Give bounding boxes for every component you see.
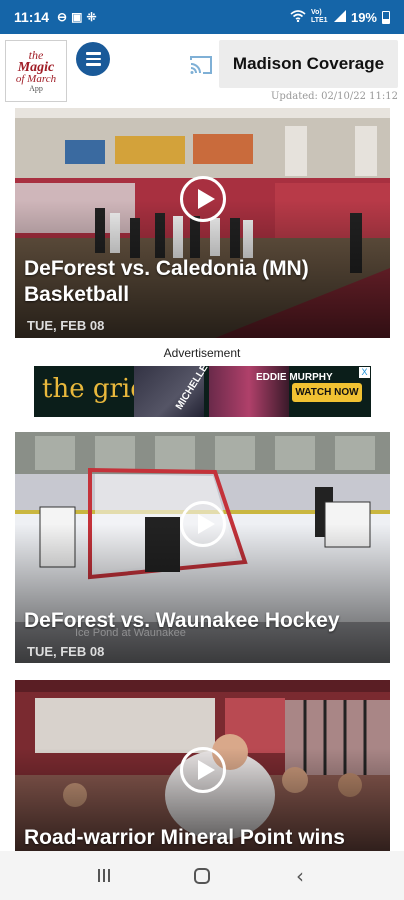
status-left-icons: ⊖ ▣ ⁜ xyxy=(57,10,96,24)
ad-close-icon[interactable]: X xyxy=(359,367,370,378)
screenshot-icon: ▣ xyxy=(71,10,83,24)
watch-now-button[interactable]: WATCH NOW xyxy=(292,383,362,402)
play-icon[interactable] xyxy=(179,176,226,222)
madison-coverage-button[interactable]: Madison Coverage xyxy=(219,40,398,88)
home-icon xyxy=(194,867,210,884)
updated-timestamp: Updated: 02/10/22 11:12 xyxy=(271,91,398,102)
video-card[interactable]: DeForest vs. Caledonia (MN) Basketball T… xyxy=(15,108,390,338)
recents-icon xyxy=(98,869,110,882)
wifi-icon xyxy=(290,9,306,25)
app-logo[interactable]: the Magic of March App xyxy=(5,40,67,102)
ad-brand-logo: the grio xyxy=(42,374,146,404)
recent-apps-button[interactable] xyxy=(90,862,118,890)
hamburger-menu-button[interactable] xyxy=(76,42,110,76)
video-title: DeForest vs. Caledonia (MN) Basketball xyxy=(24,257,309,306)
status-right: Vo) LTE1 19% xyxy=(290,9,390,25)
video-card[interactable]: Ice Pond at Waunakee DeForest vs. Waunak… xyxy=(15,432,390,663)
ad-name-2: EDDIE MURPHY xyxy=(256,372,333,383)
video-title: DeForest vs. Waunakee Hockey xyxy=(24,609,340,632)
menu-bar-icon xyxy=(85,57,101,61)
menu-bar-icon xyxy=(85,63,101,66)
back-icon: ‹ xyxy=(296,863,304,888)
system-nav-bar: ‹ xyxy=(0,851,404,900)
battery-percent: 19% xyxy=(350,9,377,25)
grid-icon: ⁜ xyxy=(86,10,97,24)
battery-icon xyxy=(382,10,390,24)
video-date: TUE, FEB 08 xyxy=(27,644,105,659)
home-button[interactable] xyxy=(188,862,216,890)
advertisement-label: Advertisement xyxy=(163,346,241,360)
play-icon[interactable] xyxy=(179,501,226,547)
back-button[interactable]: ‹ xyxy=(286,862,314,890)
network-label: Vo) LTE1 xyxy=(310,9,328,24)
cast-icon[interactable] xyxy=(188,54,214,76)
video-card[interactable]: Road-warrior Mineral Point wins xyxy=(15,680,390,851)
status-time: 11:14 xyxy=(14,9,50,25)
menu-bar-icon xyxy=(85,52,101,55)
video-title: Road-warrior Mineral Point wins xyxy=(24,826,345,849)
do-not-disturb-icon: ⊖ xyxy=(57,10,68,24)
status-bar: 11:14 ⊖ ▣ ⁜ Vo) LTE1 19% xyxy=(0,0,404,34)
logo-line-4: App xyxy=(29,83,43,93)
app-header: the Magic of March App Madison Coverage … xyxy=(0,34,404,106)
video-date: TUE, FEB 08 xyxy=(27,318,105,333)
signal-icon xyxy=(333,9,346,25)
logo-line-2: Magic xyxy=(17,60,55,76)
ad-banner[interactable]: the grio MICHELLE OBAMA EDDIE MURPHY WAT… xyxy=(34,366,371,417)
play-icon[interactable] xyxy=(179,747,226,793)
